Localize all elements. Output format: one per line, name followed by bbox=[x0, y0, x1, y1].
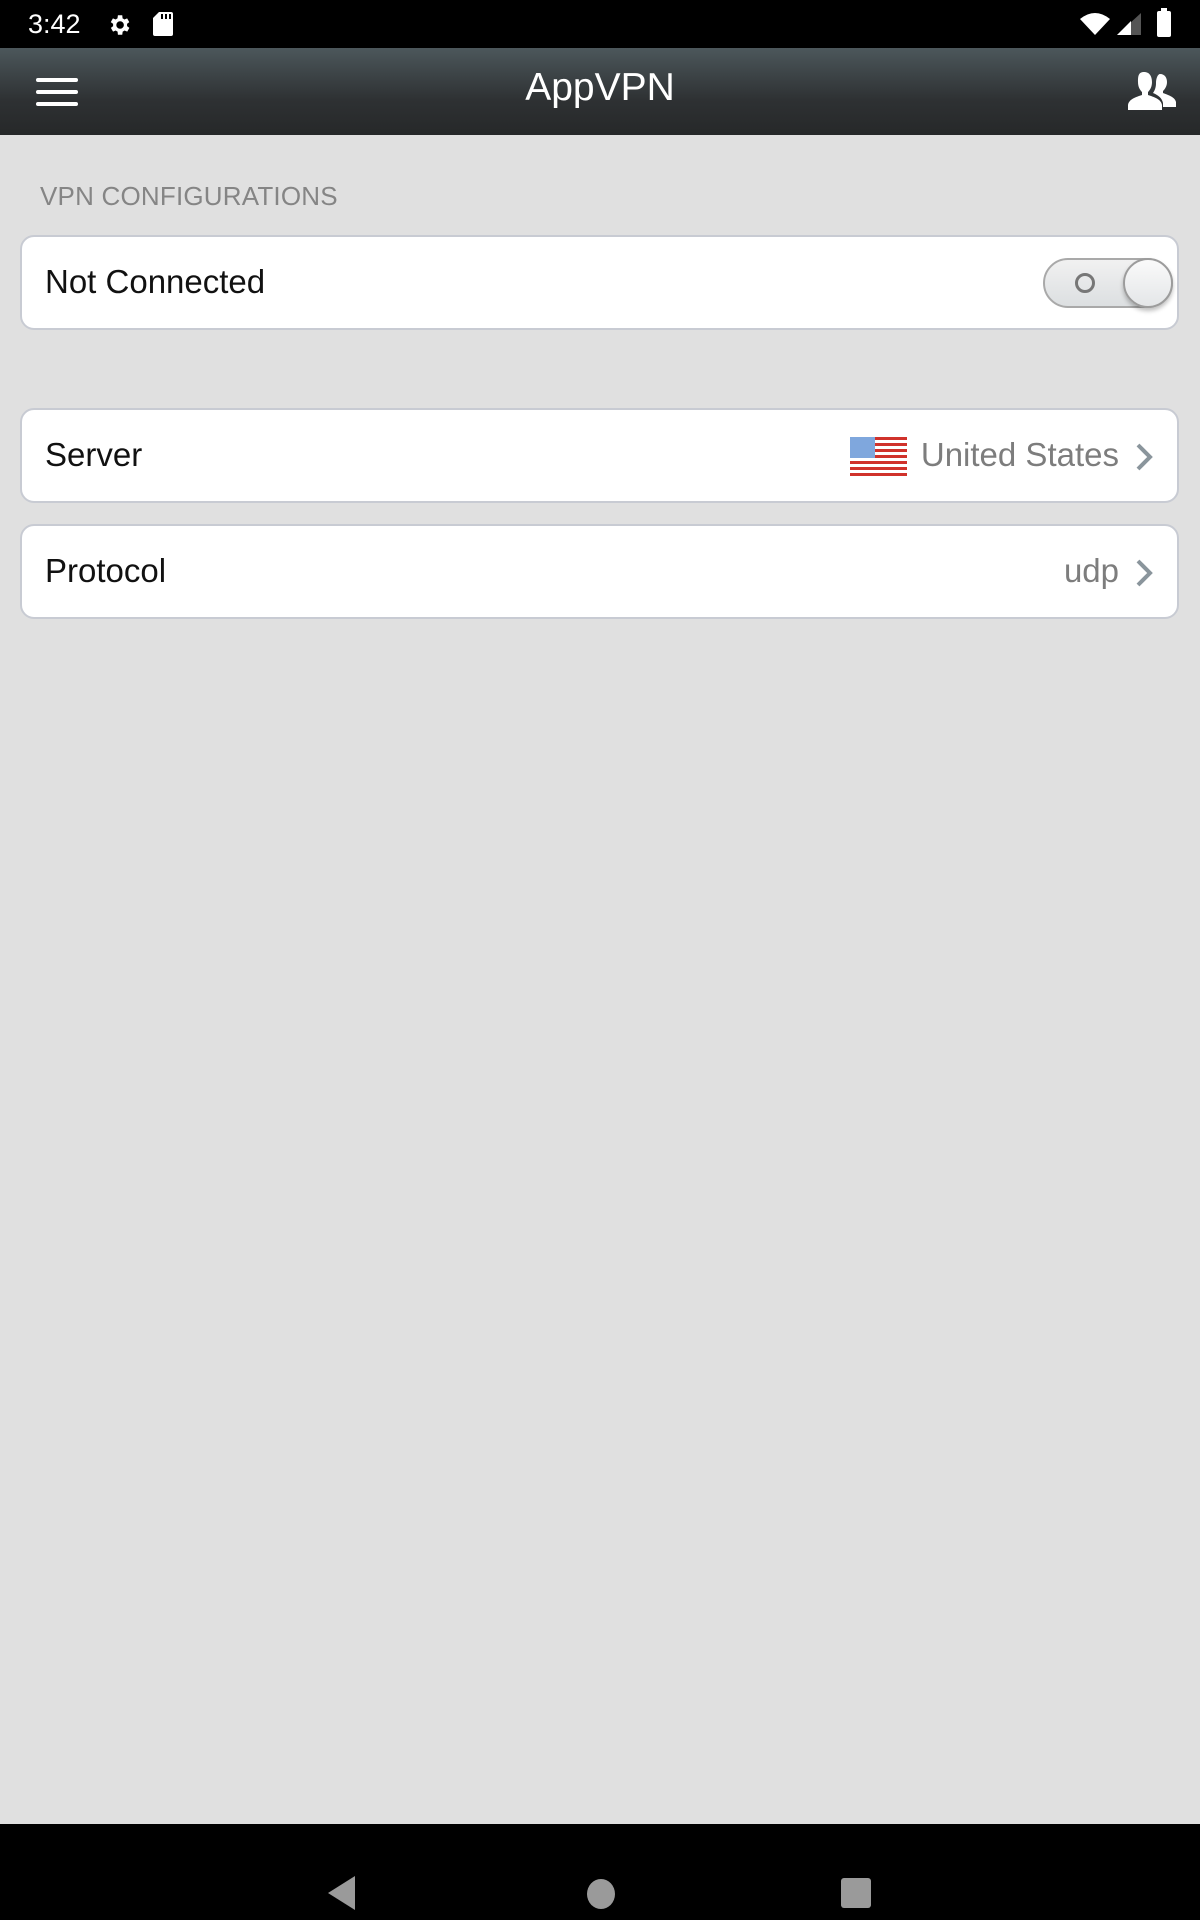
status-bar: 3:42 bbox=[0, 0, 1200, 48]
users-icon[interactable] bbox=[1128, 72, 1180, 110]
us-flag-icon bbox=[850, 437, 907, 477]
toggle-knob bbox=[1123, 258, 1173, 308]
server-row[interactable]: Server United States bbox=[20, 408, 1179, 503]
recents-icon[interactable] bbox=[841, 1878, 871, 1908]
sd-card-icon bbox=[153, 12, 173, 36]
server-value: United States bbox=[920, 436, 1119, 473]
cell-signal-icon bbox=[1117, 13, 1141, 35]
section-label: VPN CONFIGURATIONS bbox=[40, 181, 338, 211]
protocol-row[interactable]: Protocol udp bbox=[20, 524, 1179, 619]
status-time: 3:42 bbox=[28, 9, 81, 39]
wifi-icon bbox=[1080, 13, 1110, 35]
vpn-toggle[interactable] bbox=[1043, 258, 1173, 308]
home-icon[interactable] bbox=[587, 1879, 615, 1909]
server-label: Server bbox=[45, 436, 143, 473]
app-header: AppVPN bbox=[0, 48, 1200, 135]
page-title: AppVPN bbox=[525, 66, 675, 109]
connection-status-label: Not Connected bbox=[45, 263, 266, 300]
system-nav-bar bbox=[0, 1824, 1200, 1920]
protocol-value: udp bbox=[1063, 552, 1119, 589]
off-indicator-icon bbox=[1075, 273, 1095, 293]
back-icon[interactable] bbox=[328, 1876, 356, 1910]
chevron-right-icon bbox=[1136, 559, 1153, 587]
protocol-label: Protocol bbox=[45, 552, 167, 589]
chevron-right-icon bbox=[1136, 443, 1153, 471]
settings-icon bbox=[110, 15, 130, 35]
connection-row: Not Connected bbox=[20, 235, 1179, 330]
battery-icon bbox=[1157, 8, 1171, 37]
